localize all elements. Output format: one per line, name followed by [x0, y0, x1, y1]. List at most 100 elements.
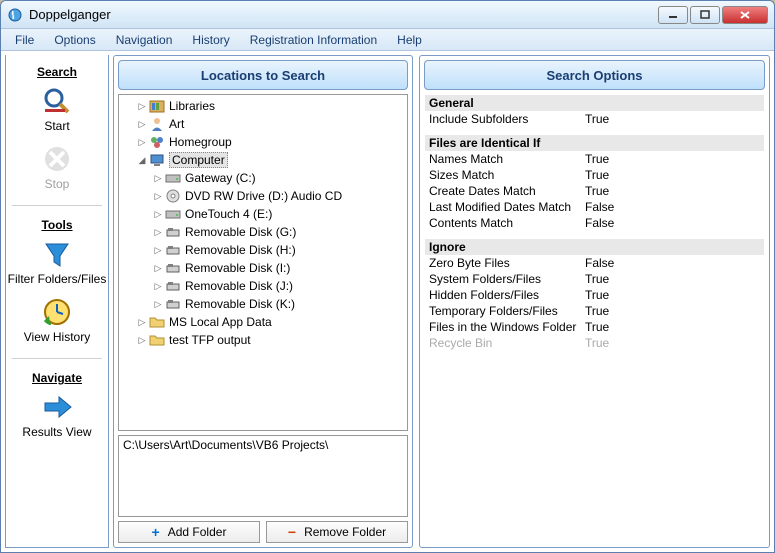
sidebar-label-stop: Stop	[45, 177, 70, 191]
tree-node[interactable]: ▷ DVD RW Drive (D:) Audio CD	[123, 187, 403, 205]
option-label: Zero Byte Files	[429, 256, 585, 270]
option-row[interactable]: Sizes MatchTrue	[425, 167, 764, 183]
option-value: True	[585, 288, 609, 302]
removable-icon	[165, 296, 181, 312]
expand-icon[interactable]: ▷	[153, 209, 163, 220]
selected-path-box[interactable]: C:\Users\Art\Documents\VB6 Projects\	[118, 435, 408, 517]
expand-icon[interactable]: ▷	[137, 101, 147, 112]
option-value: True	[585, 336, 609, 350]
option-label: System Folders/Files	[429, 272, 585, 286]
option-label: Recycle Bin	[429, 336, 585, 350]
tree-node[interactable]: ▷ Libraries	[123, 97, 403, 115]
stop-disabled-icon	[41, 143, 73, 175]
sidebar-item-results[interactable]: Results View	[22, 391, 91, 439]
minus-icon: −	[288, 524, 296, 540]
expand-icon[interactable]: ▷	[137, 119, 147, 130]
menu-help[interactable]: Help	[387, 31, 432, 49]
collapse-icon[interactable]: ◢	[137, 155, 147, 166]
tree-label: DVD RW Drive (D:) Audio CD	[185, 189, 342, 203]
menu-navigation[interactable]: Navigation	[106, 31, 183, 49]
app-icon	[7, 7, 23, 23]
option-value: False	[585, 200, 614, 214]
tree-node[interactable]: ▷ Removable Disk (H:)	[123, 241, 403, 259]
option-group-heading: General	[425, 95, 764, 111]
option-label: Names Match	[429, 152, 585, 166]
removable-icon	[165, 224, 181, 240]
option-row[interactable]: Temporary Folders/FilesTrue	[425, 303, 764, 319]
option-row[interactable]: Names MatchTrue	[425, 151, 764, 167]
tree-node[interactable]: ◢Computer	[123, 151, 403, 169]
option-label: Include Subfolders	[429, 112, 585, 126]
close-button[interactable]	[722, 6, 768, 24]
tree-label: Libraries	[169, 99, 215, 113]
sidebar-label-filter: Filter Folders/Files	[8, 272, 107, 286]
expand-icon[interactable]: ▷	[153, 245, 163, 256]
tree-node[interactable]: ▷OneTouch 4 (E:)	[123, 205, 403, 223]
option-value: True	[585, 272, 609, 286]
option-label: Contents Match	[429, 216, 585, 230]
tree-node[interactable]: ▷Homegroup	[123, 133, 403, 151]
title-bar[interactable]: Doppelganger	[1, 1, 774, 29]
sidebar-item-filter[interactable]: Filter Folders/Files	[8, 238, 107, 286]
removable-icon	[165, 278, 181, 294]
expand-icon[interactable]: ▷	[137, 317, 147, 328]
expand-icon[interactable]: ▷	[153, 227, 163, 238]
maximize-button[interactable]	[690, 6, 720, 24]
removable-icon	[165, 260, 181, 276]
option-row[interactable]: Files in the Windows FolderTrue	[425, 319, 764, 335]
magnifier-icon	[41, 85, 73, 117]
menu-history[interactable]: History	[182, 31, 239, 49]
option-row[interactable]: Hidden Folders/FilesTrue	[425, 287, 764, 303]
option-row: Recycle BinTrue	[425, 335, 764, 351]
add-folder-button[interactable]: + Add Folder	[118, 521, 260, 543]
options-grid[interactable]: GeneralInclude SubfoldersTrueFiles are I…	[424, 94, 765, 543]
arrow-right-icon	[41, 391, 73, 423]
menu-bar: FileOptionsNavigationHistoryRegistration…	[1, 29, 774, 51]
option-row[interactable]: Zero Byte FilesFalse	[425, 255, 764, 271]
tree-node[interactable]: ▷ Gateway (C:)	[123, 169, 403, 187]
tree-label: Gateway (C:)	[185, 171, 256, 185]
menu-file[interactable]: File	[5, 31, 44, 49]
drive-icon	[165, 206, 181, 222]
menu-registration-information[interactable]: Registration Information	[240, 31, 387, 49]
user-icon	[149, 116, 165, 132]
options-header: Search Options	[424, 60, 765, 90]
option-value: True	[585, 184, 609, 198]
option-value: False	[585, 216, 614, 230]
tree-node[interactable]: ▷ MS Local App Data	[123, 313, 403, 331]
option-row[interactable]: Contents MatchFalse	[425, 215, 764, 231]
expand-icon[interactable]: ▷	[153, 281, 163, 292]
expand-icon[interactable]: ▷	[153, 191, 163, 202]
sidebar-item-history[interactable]: View History	[24, 296, 90, 344]
sidebar-item-start[interactable]: Start	[41, 85, 73, 133]
option-row[interactable]: Last Modified Dates MatchFalse	[425, 199, 764, 215]
expand-icon[interactable]: ▷	[137, 137, 147, 148]
tree-node[interactable]: ▷test TFP output	[123, 331, 403, 349]
option-value: False	[585, 256, 614, 270]
option-label: Sizes Match	[429, 168, 585, 182]
remove-folder-button[interactable]: − Remove Folder	[266, 521, 408, 543]
tree-node[interactable]: ▷Removable Disk (G:)	[123, 223, 403, 241]
expand-icon[interactable]: ▷	[153, 173, 163, 184]
minimize-button[interactable]	[658, 6, 688, 24]
expand-icon[interactable]: ▷	[137, 335, 147, 346]
option-row[interactable]: System Folders/FilesTrue	[425, 271, 764, 287]
add-folder-label: Add Folder	[168, 525, 227, 539]
tree-label: MS Local App Data	[169, 315, 272, 329]
option-row[interactable]: Include SubfoldersTrue	[425, 111, 764, 127]
tree-node[interactable]: ▷Art	[123, 115, 403, 133]
folder-tree[interactable]: ▷ Libraries ▷Art▷Homegroup◢Computer ▷ Gatewa…	[119, 95, 407, 430]
option-row[interactable]: Create Dates MatchTrue	[425, 183, 764, 199]
tree-node[interactable]: ▷Removable Disk (K:)	[123, 295, 403, 313]
expand-icon[interactable]: ▷	[153, 263, 163, 274]
tree-node[interactable]: ▷Removable Disk (I:)	[123, 259, 403, 277]
option-value: True	[585, 304, 609, 318]
folder-icon	[149, 332, 165, 348]
tree-node[interactable]: ▷Removable Disk (J:)	[123, 277, 403, 295]
option-label: Create Dates Match	[429, 184, 585, 198]
tree-label: Removable Disk (H:)	[185, 243, 296, 257]
locations-panel: Locations to Search ▷Libraries▷Art▷Homeg…	[113, 55, 413, 548]
menu-options[interactable]: Options	[44, 31, 105, 49]
remove-folder-label: Remove Folder	[304, 525, 386, 539]
expand-icon[interactable]: ▷	[153, 299, 163, 310]
